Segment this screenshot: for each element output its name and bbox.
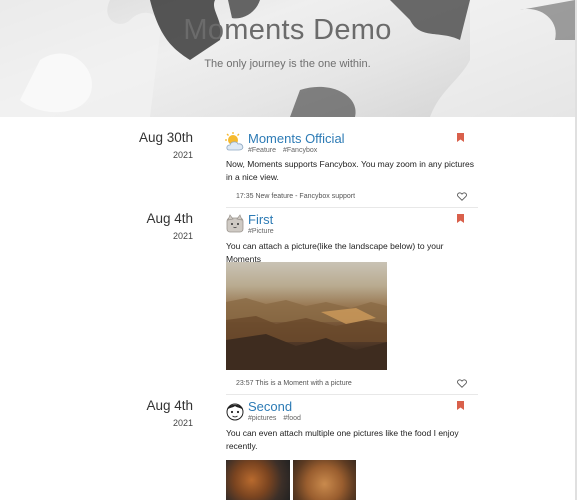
moment-year: 2021 (172, 231, 193, 241)
tag[interactable]: #pictures (248, 415, 276, 422)
moment-tags: #Feature #Fancybox (248, 147, 322, 154)
weather-sun-cloud-icon (225, 132, 244, 151)
tag[interactable]: #Feature (248, 147, 276, 154)
moment-text: Now, Moments supports Fancybox. You may … (226, 159, 475, 182)
moment-year: 2021 (172, 150, 193, 160)
moment-tags: #Picture (248, 228, 279, 235)
cartoon-face-avatar-icon (226, 403, 244, 421)
moment-year: 2021 (172, 418, 193, 428)
bookmark-icon[interactable] (457, 401, 464, 410)
divider (226, 207, 478, 208)
heart-icon[interactable] (457, 379, 467, 388)
food-photo-1[interactable] (226, 460, 290, 500)
moment-date: Aug 4th (146, 211, 193, 226)
moment-text: You can even attach multiple one picture… (226, 428, 459, 451)
moment-meta: 17:35 New feature - Fancybox support (236, 193, 356, 200)
bookmark-icon[interactable] (457, 133, 464, 142)
moment-title[interactable]: Moments Official (248, 131, 345, 146)
tag[interactable]: #food (283, 415, 301, 422)
moment-date: Aug 4th (146, 398, 193, 413)
food-photo-2[interactable] (293, 460, 356, 500)
header-banner: Moments Demo The only journey is the one… (0, 0, 575, 117)
moment-meta: 23:57 This is a Moment with a picture (236, 380, 352, 387)
canyon-photo[interactable] (226, 262, 387, 370)
moment-date: Aug 30th (138, 130, 193, 145)
bookmark-icon[interactable] (457, 214, 464, 223)
tag[interactable]: #Picture (248, 228, 274, 235)
divider (226, 394, 478, 395)
heart-icon[interactable] (457, 192, 467, 201)
page-title: Moments Demo (183, 14, 392, 46)
moment-title[interactable]: First (248, 212, 273, 227)
canyon-photo-art (226, 298, 387, 370)
moment-title[interactable]: Second (248, 399, 292, 414)
cat-avatar-icon (226, 214, 244, 233)
page-subtitle: The only journey is the one within. (204, 58, 371, 70)
moment-tags: #pictures #food (248, 415, 306, 422)
tag[interactable]: #Fancybox (283, 147, 317, 154)
